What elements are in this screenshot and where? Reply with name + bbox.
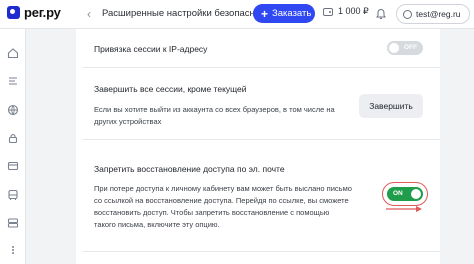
chevron-left-icon[interactable]: ‹ — [87, 7, 91, 21]
logo-text: рег.ру — [24, 5, 61, 20]
plus-icon: + — [261, 6, 269, 21]
globe-icon[interactable] — [7, 104, 19, 116]
ip-binding-title: Привязка сессии к IP-адресу — [94, 44, 208, 54]
divider — [82, 67, 440, 68]
arrow-right-icon — [386, 206, 422, 212]
email-recovery-description-line: При потере доступа к личному кабинету ва… — [94, 184, 352, 193]
divider — [82, 251, 440, 252]
email-recovery-toggle[interactable]: ON — [387, 187, 423, 201]
order-button[interactable]: + Заказать — [253, 4, 315, 23]
order-button-label: Заказать — [272, 8, 312, 19]
end-sessions-description-line: других устройствах — [94, 117, 162, 126]
divider — [82, 139, 440, 140]
toggle-knob — [411, 189, 421, 199]
email-recovery-description-line: восстановить доступ. Чтобы запретить вос… — [94, 208, 330, 217]
end-sessions-button[interactable]: Завершить — [359, 94, 423, 118]
balance-amount: 1 000 ₽ — [338, 6, 369, 16]
more-icon[interactable] — [7, 244, 19, 256]
logo-mark-icon — [7, 6, 20, 19]
page-title: Расширенные настройки безопасности — [102, 8, 275, 19]
email-recovery-description-line: со ссылкой на восстановление доступа. Пе… — [94, 196, 349, 205]
end-sessions-description-line: Если вы хотите выйти из аккаунта со всех… — [94, 105, 335, 114]
bus-icon[interactable] — [7, 189, 19, 201]
logo[interactable]: рег.ру — [7, 5, 61, 20]
toggle-state-label: ON — [393, 190, 403, 197]
security-settings-card: Привязка сессии к IP-адресу OFF Завершит… — [76, 29, 440, 264]
end-sessions-title: Завершить все сессии, кроме текущей — [94, 84, 247, 94]
account-email: test@reg.ru — [416, 9, 461, 19]
ip-binding-toggle[interactable]: OFF — [387, 41, 423, 55]
account-menu[interactable]: test@reg.ru — [396, 4, 470, 24]
bell-icon[interactable] — [375, 7, 387, 20]
balance[interactable]: 1 000 ₽ — [323, 6, 369, 17]
top-header: рег.ру ‹ Расширенные настройки безопасно… — [0, 0, 474, 29]
sidebar — [0, 29, 26, 264]
toggle-state-label: OFF — [404, 44, 417, 51]
lock-icon[interactable] — [7, 132, 19, 144]
email-recovery-title: Запретить восстановление доступа по эл. … — [94, 164, 285, 174]
server-icon[interactable] — [7, 217, 19, 229]
user-icon — [403, 9, 412, 19]
toggle-knob — [389, 43, 399, 53]
document-icon[interactable] — [7, 75, 19, 87]
email-recovery-description-line: такого письма, включите эту опцию. — [94, 220, 220, 229]
wallet-icon — [323, 7, 333, 16]
home-icon[interactable] — [7, 47, 19, 59]
card-icon[interactable] — [7, 160, 19, 172]
